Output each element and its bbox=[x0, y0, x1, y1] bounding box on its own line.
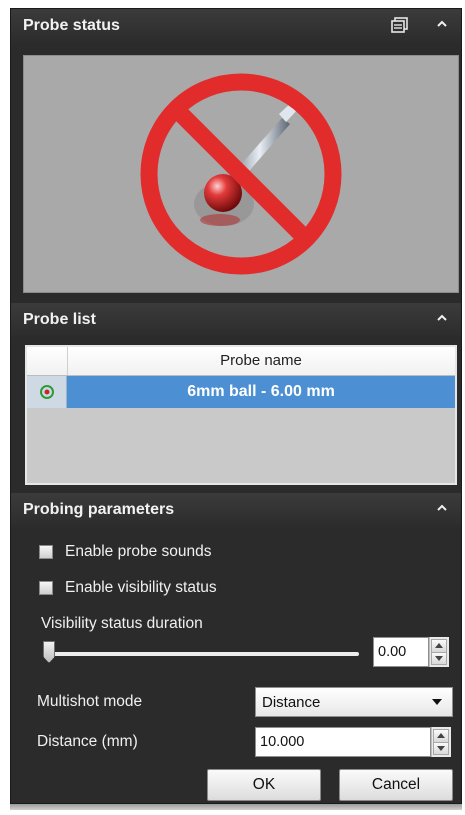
probe-list-table: Probe name 6mm ball - 6.00 mm bbox=[25, 345, 457, 485]
chevron-down-icon bbox=[432, 699, 442, 705]
visibility-duration-stepper[interactable] bbox=[429, 637, 449, 667]
probing-parameters-body: Enable probe sounds Enable visibility st… bbox=[11, 535, 461, 803]
enable-probe-sounds-label[interactable]: Enable probe sounds bbox=[65, 543, 212, 561]
distance-input[interactable]: 10.000 bbox=[255, 727, 431, 757]
cancel-button[interactable]: Cancel bbox=[339, 769, 453, 801]
enable-visibility-status-checkbox[interactable] bbox=[39, 581, 53, 595]
visibility-duration-slider-thumb[interactable] bbox=[43, 641, 55, 663]
probe-status-title: Probe status bbox=[23, 17, 120, 34]
multishot-mode-select[interactable]: Distance bbox=[255, 687, 453, 717]
multishot-mode-label: Multishot mode bbox=[37, 693, 143, 710]
stepper-up-icon[interactable] bbox=[433, 729, 449, 743]
probe-target-icon bbox=[40, 385, 54, 399]
table-row[interactable]: 6mm ball - 6.00 mm bbox=[27, 376, 455, 408]
probe-status-display bbox=[23, 55, 459, 293]
multishot-mode-value: Distance bbox=[262, 694, 321, 711]
stepper-down-icon[interactable] bbox=[431, 651, 447, 665]
collapse-chevron-icon[interactable] bbox=[437, 313, 447, 323]
probe-list-header[interactable]: Probe list bbox=[11, 303, 461, 337]
probe-name-column-header[interactable]: Probe name bbox=[67, 352, 455, 369]
distance-label: Distance (mm) bbox=[37, 733, 138, 750]
collapse-chevron-icon[interactable] bbox=[437, 503, 447, 513]
windows-stack-icon[interactable] bbox=[389, 16, 409, 36]
table-header: Probe name bbox=[27, 347, 455, 376]
visibility-duration-slider-track[interactable] bbox=[47, 652, 359, 656]
probing-parameters-title: Probing parameters bbox=[23, 501, 175, 518]
enable-probe-sounds-checkbox[interactable] bbox=[39, 545, 53, 559]
probe-disabled-icon bbox=[140, 73, 342, 275]
visibility-duration-label: Visibility status duration bbox=[41, 615, 203, 632]
stepper-down-icon[interactable] bbox=[433, 741, 449, 755]
icon-column-header bbox=[27, 347, 68, 375]
stepper-up-icon[interactable] bbox=[431, 639, 447, 653]
window-bottom-edge bbox=[10, 804, 462, 810]
probe-list-title: Probe list bbox=[23, 311, 96, 328]
probe-row-icon-cell bbox=[27, 376, 67, 408]
ok-button[interactable]: OK bbox=[207, 769, 321, 801]
probing-parameters-header[interactable]: Probing parameters bbox=[11, 493, 461, 527]
enable-visibility-status-label[interactable]: Enable visibility status bbox=[65, 579, 217, 597]
distance-stepper[interactable] bbox=[431, 727, 451, 757]
probe-status-header[interactable]: Probe status bbox=[11, 9, 461, 43]
collapse-chevron-icon[interactable] bbox=[437, 19, 447, 29]
visibility-duration-input[interactable]: 0.00 bbox=[373, 637, 429, 667]
probe-name-cell: 6mm ball - 6.00 mm bbox=[187, 383, 335, 400]
probe-toolbox-panel: Probe status Probe list Probe name 6mm b… bbox=[10, 8, 462, 804]
